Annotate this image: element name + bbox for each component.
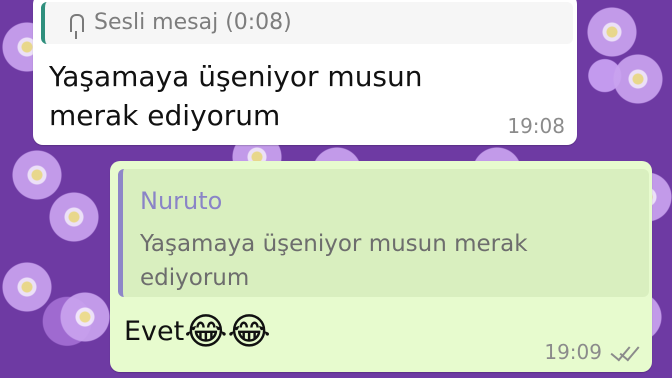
incoming-message-time: 19:08 — [507, 114, 565, 138]
quoted-message[interactable]: Nuruto Yaşamaya üşeniyor musun merak edi… — [118, 169, 649, 297]
incoming-message-bubble[interactable]: Sesli mesaj (0:08) Yaşamaya üşeniyor mus… — [33, 0, 577, 145]
quoted-message-text: Yaşamaya üşeniyor musun merak ediyorum — [140, 231, 528, 291]
microphone-icon — [70, 14, 84, 39]
voice-message-label: Sesli mesaj (0:08) — [94, 10, 292, 35]
outgoing-message-time: 19:09 — [544, 340, 602, 364]
voice-message-reply-preview[interactable]: Sesli mesaj (0:08) — [41, 2, 573, 44]
incoming-message-text: Yaşamaya üşeniyor musun merak ediyorum — [49, 60, 423, 132]
quoted-sender-name: Nuruto — [140, 187, 223, 215]
outgoing-message-bubble[interactable]: Nuruto Yaşamaya üşeniyor musun merak edi… — [110, 161, 652, 372]
outgoing-message-text: Evet — [124, 316, 185, 347]
laughing-tears-emoji-icon: 😂😂 — [184, 310, 271, 353]
read-receipt-double-check-icon — [610, 340, 640, 362]
outgoing-message-content: Evet😂😂 — [124, 310, 271, 353]
